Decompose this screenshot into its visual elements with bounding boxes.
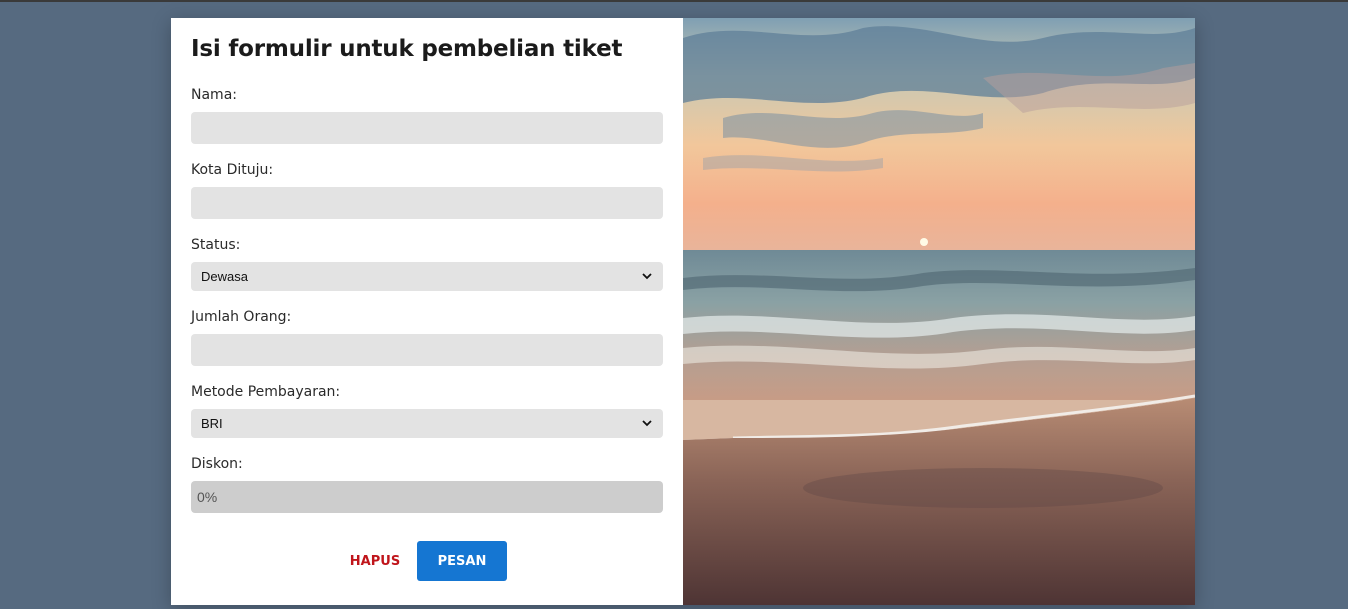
ticket-form: Isi formulir untuk pembelian tiket Nama:… (171, 18, 683, 605)
chevron-down-icon (641, 271, 653, 283)
metode-select[interactable]: BRI (191, 409, 663, 438)
diskon-label: Diskon: (191, 456, 243, 472)
status-select-value: Dewasa (201, 269, 248, 284)
kota-input[interactable] (191, 187, 663, 219)
top-border (0, 0, 1348, 2)
diskon-field: 0% (191, 481, 663, 513)
kota-label: Kota Dituju: (191, 162, 274, 178)
metode-label: Metode Pembayaran: (191, 384, 341, 400)
metode-select-value: BRI (201, 416, 223, 431)
pesan-button[interactable]: PESAN (417, 541, 507, 581)
status-select[interactable]: Dewasa (191, 262, 663, 291)
beach-sunset-image (683, 18, 1195, 605)
jumlah-label: Jumlah Orang: (191, 309, 292, 325)
ticket-card: Isi formulir untuk pembelian tiket Nama:… (171, 18, 1195, 605)
nama-input[interactable] (191, 112, 663, 144)
jumlah-input[interactable] (191, 334, 663, 366)
form-title: Isi formulir untuk pembelian tiket (191, 36, 623, 62)
chevron-down-icon (641, 418, 653, 430)
nama-label: Nama: (191, 87, 237, 103)
hapus-button[interactable]: HAPUS (343, 541, 407, 581)
status-label: Status: (191, 237, 241, 253)
